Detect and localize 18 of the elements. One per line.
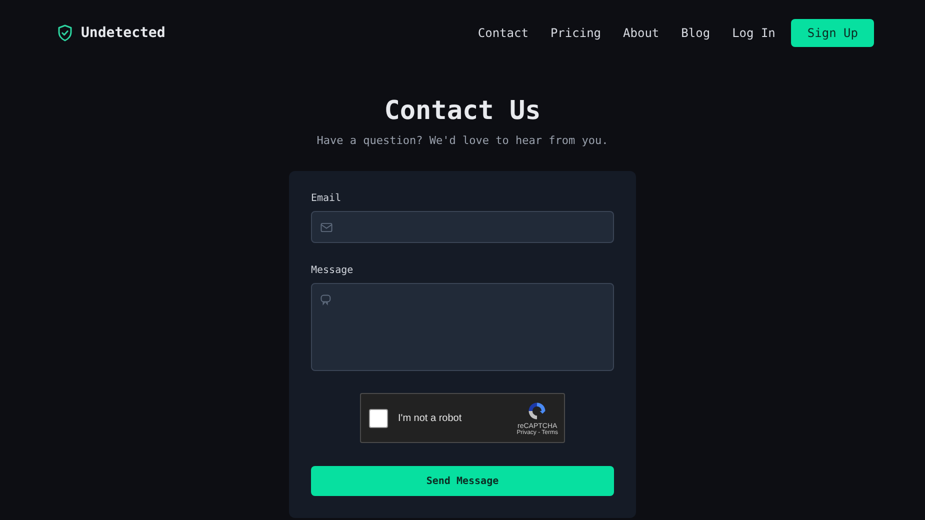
send-message-button[interactable]: Send Message (311, 466, 614, 496)
page-subtitle: Have a question? We'd love to hear from you. (316, 134, 608, 147)
message-field[interactable] (311, 283, 614, 371)
email-field[interactable] (311, 211, 614, 243)
captcha-checkbox[interactable] (369, 408, 388, 428)
nav-link[interactable]: Pricing (550, 26, 602, 40)
field-label: Message (311, 265, 354, 276)
brand-name: Undetected (81, 24, 166, 40)
nav-link[interactable]: Contact (478, 26, 528, 40)
nav-link[interactable]: About (623, 26, 660, 40)
shield-check-icon (56, 24, 74, 42)
captcha-label: I'm not a robot (398, 412, 463, 424)
envelope-icon (320, 220, 333, 234)
sign-up-button[interactable]: Sign Up (791, 18, 874, 46)
nav-link[interactable]: Log In (732, 26, 776, 40)
page-title: Contact Us (384, 96, 541, 126)
field-label: Email (311, 193, 342, 204)
nav-link[interactable]: Blog (681, 26, 710, 40)
